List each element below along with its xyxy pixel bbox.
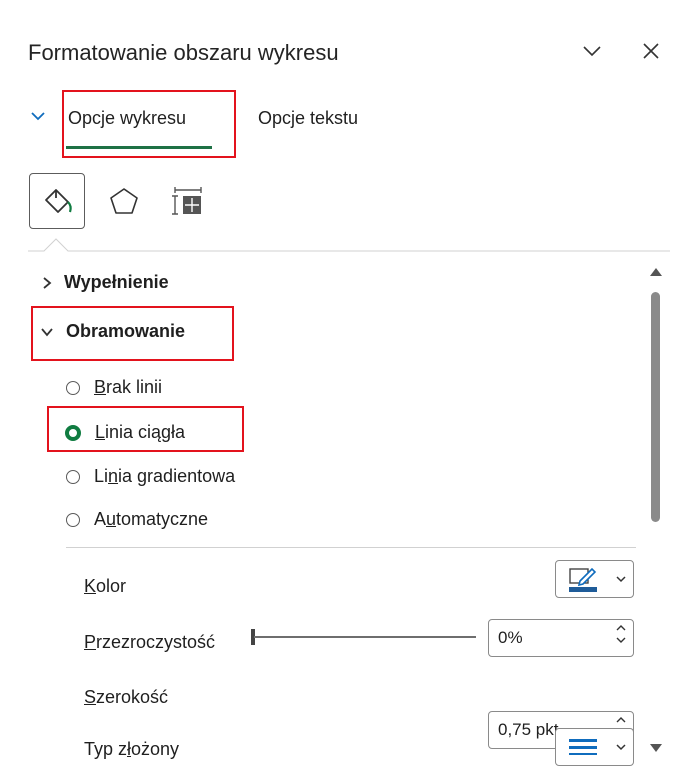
close-pane-button[interactable]	[636, 36, 666, 66]
pane-title: Formatowanie obszaru wykresu	[28, 40, 339, 65]
effects-tab[interactable]	[96, 173, 152, 229]
section-border[interactable]: Obramowanie	[40, 321, 185, 342]
radio-automatic-label: Automatyczne	[94, 509, 209, 529]
close-icon	[643, 43, 659, 59]
chevron-down-icon	[583, 46, 601, 57]
compound-lines-icon	[569, 739, 597, 755]
spin-up-icon[interactable]	[616, 624, 626, 631]
tab-expand-indicator	[30, 109, 46, 127]
fill-line-tab[interactable]	[29, 173, 85, 229]
tab-chart-options[interactable]: Opcje wykresu	[68, 108, 186, 129]
radio-button	[66, 469, 80, 484]
width-value: 0,75 pkt	[498, 720, 559, 739]
tab-selected-underline	[66, 146, 212, 149]
radio-gradient-line[interactable]: Linia gradientowa	[66, 466, 235, 487]
radio-solid-line-label: Linia ciągła	[95, 422, 186, 442]
tab-panel-divider	[28, 238, 670, 252]
options-divider	[66, 547, 636, 548]
radio-button	[66, 380, 80, 395]
radio-button	[66, 512, 80, 527]
spin-down-icon[interactable]	[616, 637, 626, 644]
radio-automatic[interactable]: Automatyczne	[66, 509, 208, 530]
transparency-slider-track[interactable]	[254, 636, 476, 638]
compound-type-label: Typ złożony	[84, 739, 180, 759]
section-border-label: Obramowanie	[66, 321, 186, 341]
size-properties-icon	[172, 187, 202, 215]
section-fill[interactable]: Wypełnienie	[42, 272, 169, 293]
scrollbar-thumb[interactable]	[651, 292, 660, 522]
chevron-right-icon	[43, 276, 52, 289]
transparency-label: Przezroczystość	[84, 632, 216, 652]
compound-type-dropdown[interactable]	[555, 728, 634, 766]
radio-no-line-label: Brak linii	[94, 377, 163, 397]
width-label: Szerokość	[84, 687, 169, 707]
scroll-up-icon[interactable]	[648, 266, 664, 278]
scroll-down-icon[interactable]	[648, 742, 664, 754]
chevron-down-icon	[31, 112, 45, 121]
radio-button-selected	[65, 424, 81, 441]
effects-pentagon-icon	[110, 188, 138, 214]
transparency-value: 0%	[498, 628, 523, 647]
size-properties-tab[interactable]	[160, 173, 216, 229]
fill-line-icon	[45, 189, 72, 213]
color-picker-button[interactable]	[555, 560, 634, 598]
radio-gradient-line-label: Linia gradientowa	[94, 466, 236, 486]
chevron-down-icon	[41, 327, 53, 336]
transparency-spinner[interactable]: 0%	[488, 619, 634, 657]
pen-color-icon	[569, 567, 597, 592]
section-fill-label: Wypełnienie	[64, 272, 169, 292]
radio-solid-line[interactable]: Linia ciągła	[65, 422, 185, 443]
tab-text-options[interactable]: Opcje tekstu	[258, 108, 358, 129]
chevron-down-icon	[616, 744, 626, 751]
spin-up-icon[interactable]	[616, 716, 626, 723]
chevron-down-icon	[616, 576, 626, 583]
color-label: Kolor	[84, 576, 127, 596]
collapse-pane-button[interactable]	[577, 36, 607, 66]
radio-no-line[interactable]: Brak linii	[66, 377, 162, 398]
